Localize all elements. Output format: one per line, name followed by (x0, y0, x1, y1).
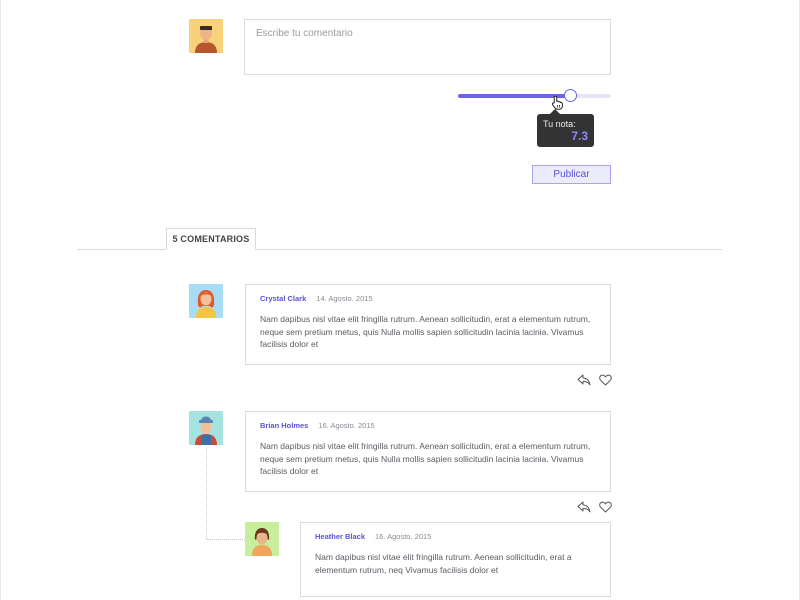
comment-author[interactable]: Crystal Clark (260, 294, 306, 303)
comment-author[interactable]: Brian Holmes (260, 421, 308, 430)
comment-header: Crystal Clark 14. Agosto. 2015 (260, 294, 596, 303)
heart-icon[interactable] (599, 374, 613, 386)
reply-icon[interactable] (577, 374, 591, 386)
comment-header: Heather Black 16. Agosto. 2015 (315, 532, 596, 541)
hand-pointer-icon (551, 95, 563, 110)
reply-thread-branch (207, 539, 245, 540)
rating-tooltip-label: Tu nota: (543, 119, 576, 129)
comment-date: 16. Agosto. 2015 (375, 532, 432, 541)
rating-slider-thumb[interactable] (563, 89, 577, 102)
publish-button[interactable]: Publicar (532, 165, 611, 184)
comment-date: 16. Agosto. 2015 (318, 421, 375, 430)
comment-header: Brian Holmes 16. Agosto. 2015 (260, 421, 596, 430)
comment-text: Nam dapibus nisl vitae elit fringilla ru… (315, 552, 572, 575)
heart-icon[interactable] (599, 501, 613, 513)
comment-author[interactable]: Heather Black (315, 532, 365, 541)
rating-slider[interactable] (458, 89, 611, 102)
avatar-crystal-clark (189, 284, 223, 318)
comment-date: 14. Agosto. 2015 (316, 294, 373, 303)
reply-thread-line (206, 448, 207, 539)
tab-comments-count[interactable]: 5 COMENTARIOS (166, 228, 256, 250)
comment-card: Crystal Clark 14. Agosto. 2015 Nam dapib… (245, 284, 611, 365)
rating-tooltip-value: 7.3 (571, 129, 588, 143)
comment-input[interactable] (244, 19, 611, 75)
comment-card-reply: Heather Black 16. Agosto. 2015 Nam dapib… (300, 522, 611, 597)
page-border-left (0, 0, 1, 600)
reply-icon[interactable] (577, 501, 591, 513)
comment-card: Brian Holmes 16. Agosto. 2015 Nam dapibu… (245, 411, 611, 492)
avatar-heather-black (245, 522, 279, 556)
comment-text: Nam dapibus nisl vitae elit fringilla ru… (260, 314, 591, 349)
current-user-avatar (189, 19, 223, 53)
comment-text: Nam dapibus nisl vitae elit fringilla ru… (260, 441, 591, 476)
avatar-brian-holmes (189, 411, 223, 445)
rating-tooltip: Tu nota: 7.3 (537, 109, 594, 147)
